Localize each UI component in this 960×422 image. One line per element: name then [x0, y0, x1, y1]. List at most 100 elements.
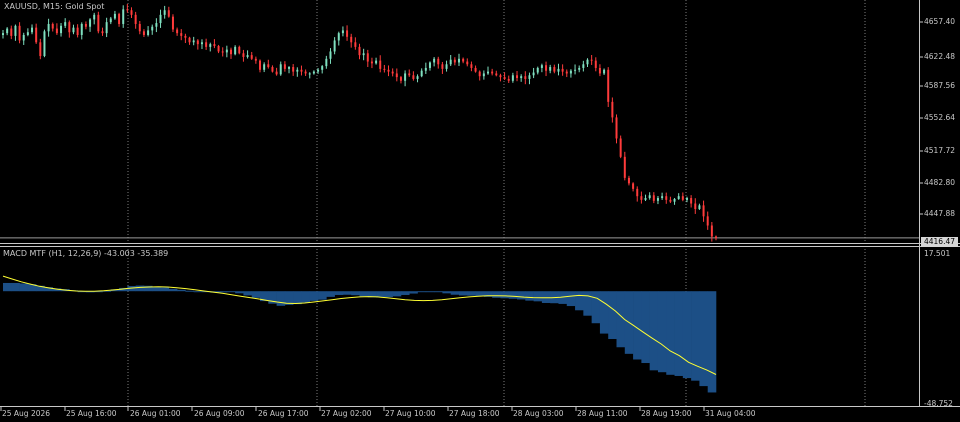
candle-body [503, 77, 506, 79]
candle-body [138, 23, 141, 32]
candle-body [462, 58, 465, 62]
candle-body [333, 40, 336, 52]
candle-body [656, 198, 659, 201]
macd-histogram-bar [517, 291, 526, 300]
candle-body [673, 198, 676, 202]
candle-body [404, 73, 407, 81]
candle-body [275, 71, 278, 75]
macd-histogram-bar [243, 291, 253, 296]
candle-body [420, 70, 423, 77]
candle-body [180, 33, 183, 36]
candle-body [603, 69, 606, 74]
candle-body [590, 59, 593, 61]
candle-body [18, 25, 21, 41]
candle-body [524, 76, 527, 79]
candle-body [482, 73, 485, 77]
candle-body [399, 77, 402, 81]
macd-histogram-bar [633, 291, 642, 360]
candle-body [134, 14, 137, 24]
candle-body [453, 59, 456, 63]
candle-body [507, 78, 510, 81]
candle-body [105, 22, 108, 34]
candle-body [428, 62, 431, 68]
candle-body [217, 45, 220, 52]
candle-body [545, 65, 548, 71]
macd-histogram-bar [334, 291, 344, 295]
candle-body [702, 205, 705, 217]
time-label: 28 Aug 19:00 [641, 409, 692, 418]
macd-histogram-bar [500, 291, 510, 299]
time-label: 27 Aug 02:00 [321, 409, 372, 418]
candle-body [184, 35, 187, 38]
candle-body [346, 30, 349, 37]
candle-body [685, 198, 688, 200]
candle-body [715, 236, 717, 238]
candle-body [437, 58, 440, 65]
candle-body [55, 28, 58, 34]
candle-body [176, 29, 179, 34]
price-tick-label: 4622.48 [924, 52, 956, 61]
candle-body [698, 205, 701, 210]
candle-body [308, 73, 311, 75]
candle-body [466, 61, 469, 65]
time-label: 31 Aug 04:00 [705, 409, 756, 418]
candle-body [470, 64, 473, 68]
candle-body [532, 72, 535, 76]
candle-body [395, 73, 398, 78]
candle-body [304, 71, 307, 74]
candle-body [561, 68, 564, 72]
candle-body [445, 64, 448, 69]
macd-histogram-bar [525, 291, 534, 301]
macd-histogram-bar [691, 291, 700, 381]
candle-body [167, 10, 170, 17]
candle-body [283, 64, 286, 69]
chart-window[interactable]: XAUUSD, M15: Gold Spot MACD MTF (H1, 12,… [0, 0, 960, 422]
time-label: 26 Aug 09:00 [194, 409, 245, 418]
candle-body [271, 67, 274, 72]
price-tick-label: 4482.80 [924, 178, 956, 187]
candle-body [474, 67, 477, 72]
candle-body [615, 117, 618, 139]
macd-histogram-bar [160, 287, 170, 292]
macd-histogram-bar [450, 291, 460, 295]
candle-body [578, 67, 581, 70]
candle-body [424, 67, 427, 71]
candle-body [142, 31, 145, 35]
chart-canvas[interactable] [0, 0, 960, 422]
candle-body [632, 183, 635, 189]
candle-body [155, 23, 158, 27]
candle-body [557, 68, 560, 72]
macd-histogram-bar [492, 291, 501, 298]
candle-body [341, 30, 344, 34]
candle-body [22, 34, 25, 41]
macd-histogram-bar [318, 291, 327, 300]
macd-histogram-bar [152, 286, 161, 292]
candle-body [205, 42, 208, 47]
macd-histogram-bar [467, 291, 476, 296]
candle-body [383, 68, 386, 70]
candle-body [93, 14, 96, 20]
time-label: 25 Aug 2026 [2, 409, 51, 418]
macd-histogram-bar [251, 291, 261, 298]
candle-body [10, 28, 13, 36]
candle-body [76, 27, 79, 35]
candle-body [665, 196, 668, 200]
macd-histogram-bar [641, 291, 650, 364]
macd-histogram-bar [392, 291, 402, 297]
candle-body [358, 46, 361, 56]
candle-body [267, 64, 270, 68]
time-label: 27 Aug 18:00 [449, 409, 500, 418]
macd-histogram-bar [674, 291, 684, 376]
macd-histogram-bar [583, 291, 592, 316]
candle-body [582, 64, 585, 68]
indicator-max-label: 17.501 [924, 249, 951, 258]
candle-body [627, 177, 630, 184]
candle-body [511, 75, 514, 81]
candle-body [586, 59, 589, 65]
candle-body [499, 75, 502, 78]
macd-histogram-bar [400, 291, 410, 295]
macd-histogram-bar [541, 291, 551, 303]
candle-body [337, 33, 340, 41]
current-price-badge: 4416.47 [921, 237, 958, 247]
candle-body [375, 60, 378, 64]
